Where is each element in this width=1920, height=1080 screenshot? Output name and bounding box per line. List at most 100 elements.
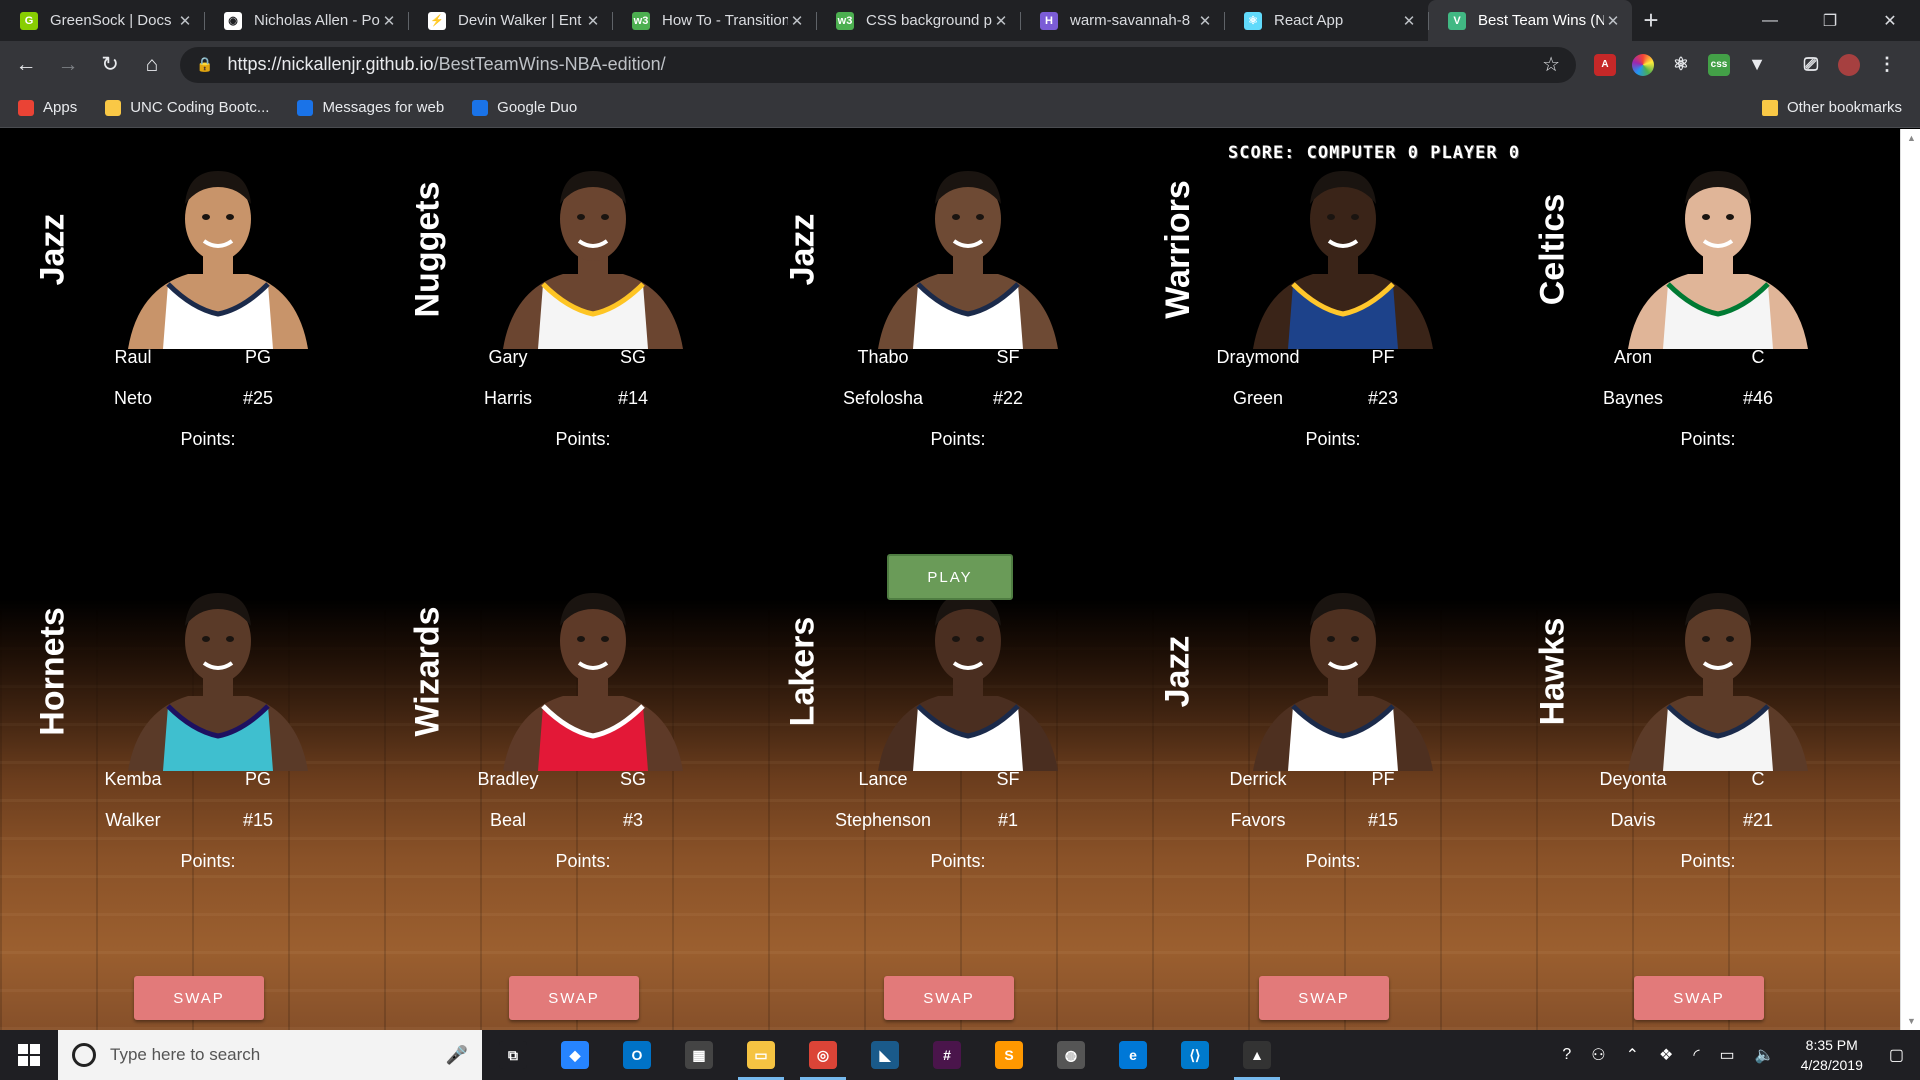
pdf-extension-icon[interactable]: A [1594, 53, 1616, 76]
people-icon[interactable]: ⚇ [1591, 1045, 1605, 1065]
photos-taskbar-icon[interactable]: ▲ [1226, 1030, 1288, 1080]
outlook-taskbar-icon[interactable]: O [606, 1030, 668, 1080]
play-button[interactable]: PLAY [887, 554, 1013, 600]
chrome-taskbar-icon[interactable]: ◎ [792, 1030, 854, 1080]
browser-tab[interactable]: G GreenSock | Docs | ✕ [0, 0, 204, 41]
player-card[interactable]: Jazz Raul PG Neto #25 Points: [8, 149, 383, 479]
clock[interactable]: 8:35 PM 4/28/2019 [1801, 1035, 1863, 1075]
player-card[interactable]: Lakers Lance SF Stephenson #1 Points: [758, 571, 1133, 901]
photos-icon: ▲ [1243, 1041, 1271, 1069]
bookmark-item[interactable]: Google Duo [472, 99, 577, 116]
volume-icon[interactable]: 🔈 [1755, 1045, 1775, 1065]
tab-title: How To - Transition [662, 12, 788, 29]
battery-icon[interactable]: ▭ [1720, 1045, 1735, 1065]
browser-tab[interactable]: ◉ Nicholas Allen - Po ✕ [204, 0, 408, 41]
swap-button[interactable]: SWAP [134, 976, 264, 1020]
microphone-icon[interactable]: 🎤 [446, 1045, 468, 1066]
new-tab-button[interactable]: + [1632, 0, 1670, 41]
swap-button[interactable]: SWAP [1259, 976, 1389, 1020]
bookmark-icon [297, 99, 314, 116]
browser-tab[interactable]: ⚡ Devin Walker | Ent ✕ [408, 0, 612, 41]
player-card[interactable]: Warriors Draymond PF Green #23 Points: [1133, 149, 1508, 479]
tab-close-icon[interactable]: ✕ [1196, 12, 1214, 30]
player-card[interactable]: Wizards Bradley SG Beal #3 Points: [383, 571, 758, 901]
tab-favicon-icon: w3 [632, 11, 650, 30]
bookmark-item[interactable]: UNC Coding Bootc... [105, 99, 269, 116]
player-points: Points: [1680, 851, 1736, 871]
taskbar-search[interactable]: Type here to search 🎤 [58, 1030, 482, 1080]
player-card[interactable]: Nuggets Gary SG Harris #14 Points: [383, 149, 758, 479]
player-points: Points: [180, 851, 236, 871]
cortana-icon [72, 1043, 96, 1067]
vue-devtools-icon[interactable]: ▼ [1746, 54, 1768, 76]
mysql-workbench-taskbar-icon[interactable]: ◣ [854, 1030, 916, 1080]
profile-avatar[interactable] [1838, 53, 1860, 76]
tab-close-icon[interactable]: ✕ [176, 12, 194, 30]
player-card[interactable]: Hawks Deyonta C Davis #21 Points: [1508, 571, 1883, 901]
slack-taskbar-icon[interactable]: # [916, 1030, 978, 1080]
menu-kebab-icon[interactable]: ⋮ [1876, 54, 1898, 76]
address-bar[interactable]: 🔒 https://nickallenjr.github.io/BestTeam… [180, 46, 1576, 83]
scroll-up-icon[interactable]: ▲ [1907, 133, 1916, 143]
page-scrollbar[interactable]: ▲ ▼ [1900, 129, 1920, 1030]
folder-icon [1761, 99, 1778, 116]
scroll-down-icon[interactable]: ▼ [1907, 1016, 1916, 1026]
help-icon[interactable]: ? [1562, 1046, 1571, 1064]
team-name: Celtics [1533, 193, 1572, 305]
browser-tab[interactable]: V Best Team Wins (N ✕ [1428, 0, 1632, 41]
show-hidden-icons[interactable]: ⌃ [1626, 1045, 1639, 1065]
close-window-icon[interactable]: ✕ [1860, 0, 1920, 41]
tab-close-icon[interactable]: ✕ [788, 12, 806, 30]
browser-tab[interactable]: w3 CSS background p ✕ [816, 0, 1020, 41]
swap-button[interactable]: SWAP [884, 976, 1014, 1020]
swap-button[interactable]: SWAP [1634, 976, 1764, 1020]
windows-start-icon[interactable] [0, 1030, 58, 1080]
sublime-taskbar-icon[interactable]: S [978, 1030, 1040, 1080]
colorzilla-extension-icon[interactable] [1632, 53, 1654, 76]
restore-icon[interactable]: ❐ [1800, 0, 1860, 41]
sourcetree-taskbar-icon[interactable]: ◆ [544, 1030, 606, 1080]
vscode-taskbar-icon[interactable]: ⟨⟩ [1164, 1030, 1226, 1080]
bookmark-item[interactable]: Messages for web [297, 99, 444, 116]
player-last-name: Neto [113, 388, 153, 408]
team-name: Nuggets [408, 181, 447, 317]
tab-close-icon[interactable]: ✕ [1400, 12, 1418, 30]
player-card[interactable]: Jazz Derrick PF Favors #15 Points: [1133, 571, 1508, 901]
player-last-name: Green [1232, 388, 1284, 408]
tab-close-icon[interactable]: ✕ [1604, 12, 1622, 30]
tab-close-icon[interactable]: ✕ [584, 12, 602, 30]
bookmark-item[interactable]: Apps [18, 99, 77, 116]
file-explorer-taskbar-icon[interactable]: ▭ [730, 1030, 792, 1080]
player-points: Points: [930, 851, 986, 871]
bookmark-label: Google Duo [497, 99, 578, 116]
other-bookmarks[interactable]: Other bookmarks [1761, 99, 1902, 116]
browser-tab[interactable]: Hwarm-savannah-8 ✕ [1020, 0, 1224, 41]
reload-icon[interactable]: ↻ [94, 49, 126, 81]
browser-tab[interactable]: ⚛ React App ✕ [1224, 0, 1428, 41]
tab-close-icon[interactable]: ✕ [380, 12, 398, 30]
tab-close-icon[interactable]: ✕ [992, 12, 1010, 30]
home-icon[interactable]: ⌂ [136, 49, 168, 81]
dropbox-icon[interactable]: ❖ [1659, 1045, 1673, 1065]
player-card[interactable]: Celtics Aron C Baynes #46 Points: [1508, 149, 1883, 479]
player-first-name: Deyonta [1599, 769, 1667, 789]
forward-icon[interactable]: → [52, 49, 84, 81]
tab-favicon-icon: w3 [836, 11, 854, 30]
cast-icon[interactable]: ⎚ [1800, 54, 1822, 76]
css-extension-icon[interactable]: css [1708, 53, 1730, 76]
wifi-icon[interactable]: ◜ [1693, 1045, 1699, 1065]
browser-tab[interactable]: w3 How To - Transition ✕ [612, 0, 816, 41]
task-view-taskbar-icon[interactable]: ⧉ [482, 1030, 544, 1080]
notifications-icon[interactable]: ▢ [1889, 1045, 1904, 1065]
back-icon[interactable]: ← [10, 49, 42, 81]
bookmark-star-icon[interactable]: ☆ [1542, 52, 1560, 77]
react-devtools-icon[interactable]: ⚛ [1670, 54, 1692, 76]
github-desktop-taskbar-icon[interactable]: ◍ [1040, 1030, 1102, 1080]
player-card[interactable]: Jazz Thabo SF Sefolosha #22 Points: [758, 149, 1133, 479]
minimize-icon[interactable]: — [1740, 0, 1800, 41]
swap-button[interactable]: SWAP [509, 976, 639, 1020]
store-taskbar-icon[interactable]: ▦ [668, 1030, 730, 1080]
player-card[interactable]: Hornets Kemba PG Walker #15 Points: [8, 571, 383, 901]
edge-taskbar-icon[interactable]: e [1102, 1030, 1164, 1080]
player-position: SG [619, 347, 646, 367]
